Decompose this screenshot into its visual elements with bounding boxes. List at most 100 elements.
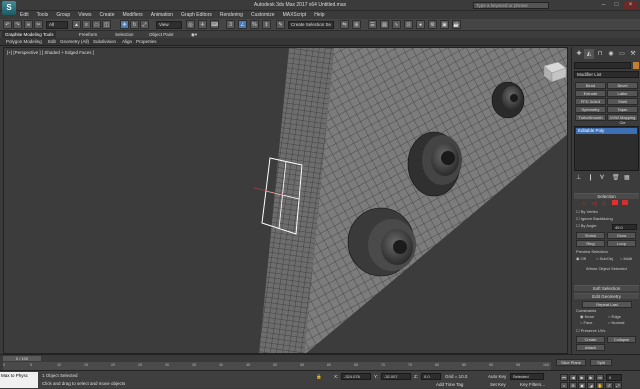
previous-frame-icon[interactable]: ◀ xyxy=(569,374,577,381)
schematic-view-icon[interactable]: ⊡ xyxy=(404,20,413,29)
knob-small[interactable] xyxy=(491,81,525,119)
window-crossing-icon[interactable]: ◫ xyxy=(102,20,111,29)
align-icon[interactable]: ⊞ xyxy=(352,20,361,29)
by-angle-value[interactable]: 45.0 xyxy=(612,224,637,230)
configure-sets-icon[interactable]: ▦ xyxy=(624,174,630,181)
y-coordinate-field[interactable]: -32.007 xyxy=(381,373,411,380)
menu-views[interactable]: Views xyxy=(74,11,95,19)
reference-coord-dropdown[interactable]: View xyxy=(156,21,182,29)
panel-properties[interactable]: Properties xyxy=(134,38,159,46)
rollout-soft-selection[interactable]: Soft Selection xyxy=(574,285,639,291)
modify-tab-icon[interactable]: ◭ xyxy=(584,49,594,59)
snaps-toggle-icon[interactable]: 3 xyxy=(226,20,235,29)
extrude-button[interactable]: Extrude xyxy=(575,90,606,97)
key-mode-dropdown[interactable]: Selected xyxy=(510,373,544,380)
menu-modifiers[interactable]: Modifiers xyxy=(118,11,146,19)
by-vertex-checkbox[interactable]: ☐ By Vertex xyxy=(576,209,598,215)
angle-snap-icon[interactable]: ∠ xyxy=(238,20,247,29)
grow-button[interactable]: Grow xyxy=(607,232,636,239)
make-unique-icon[interactable]: ∀ xyxy=(600,174,604,181)
display-tab-icon[interactable]: ▭ xyxy=(617,49,627,59)
close-icon[interactable]: × xyxy=(624,1,637,9)
ring-button[interactable]: Ring xyxy=(576,240,605,247)
loop-button[interactable]: Loop xyxy=(607,240,636,247)
preview-off-radio[interactable]: ◉ Off xyxy=(576,256,586,262)
collapse-button[interactable]: Collapse xyxy=(607,336,636,343)
add-time-tag-button[interactable]: Add Time Tag xyxy=(436,382,463,387)
menu-maxscript[interactable]: MAXScript xyxy=(279,11,311,19)
tab-object-paint[interactable]: Object Paint xyxy=(146,31,177,38)
named-selection-dropdown[interactable]: Create Selection Se xyxy=(288,21,334,29)
select-object-icon[interactable]: ▲ xyxy=(72,20,81,29)
maximize-icon[interactable]: □ xyxy=(610,1,623,9)
go-to-start-icon[interactable]: ⏮ xyxy=(560,374,568,381)
key-filters-button[interactable]: Key Filters... xyxy=(520,382,545,387)
tab-selection[interactable]: Selection xyxy=(112,31,137,38)
rect-selection-icon[interactable]: ▭ xyxy=(92,20,101,29)
pin-stack-icon[interactable]: ⊥ xyxy=(576,174,581,181)
panel-align[interactable]: Align xyxy=(120,38,134,46)
search-input[interactable]: Type a keyword or phrase xyxy=(473,2,549,9)
go-to-end-icon[interactable]: ⏭ xyxy=(596,374,604,381)
panel-edit[interactable]: Edit xyxy=(46,38,58,46)
tab-freeform[interactable]: Freeform xyxy=(76,31,100,38)
constraint-normal-radio[interactable]: ○ Normal xyxy=(608,320,624,326)
menu-tools[interactable]: Tools xyxy=(33,11,53,19)
hierarchy-tab-icon[interactable]: ⊓ xyxy=(595,49,605,59)
menu-animation[interactable]: Animation xyxy=(147,11,177,19)
auto-key-button[interactable]: Auto Key xyxy=(488,374,506,379)
select-scale-icon[interactable]: ⤢ xyxy=(140,20,149,29)
object-name-field[interactable] xyxy=(574,62,631,69)
select-by-name-icon[interactable]: ≡ xyxy=(82,20,91,29)
viewport-scene[interactable] xyxy=(4,48,568,354)
pivot-center-icon[interactable]: ◎ xyxy=(186,20,195,29)
undo-icon[interactable]: ↶ xyxy=(3,20,12,29)
current-frame-field[interactable]: 0 xyxy=(606,374,622,381)
motion-tab-icon[interactable]: ◉ xyxy=(606,49,616,59)
menu-edit[interactable]: Edit xyxy=(16,11,33,19)
lathe-button[interactable]: Lathe xyxy=(607,90,638,97)
panel-subdivision[interactable]: Subdivision xyxy=(91,38,118,46)
taper-button[interactable]: Taper xyxy=(607,106,638,113)
object-color-swatch[interactable] xyxy=(633,62,639,69)
modifier-list-dropdown[interactable]: Modifier List xyxy=(574,71,639,78)
set-key-button[interactable]: Set Key xyxy=(490,382,506,387)
uvw-mapping-button[interactable]: UVW Mapping Cle xyxy=(607,114,638,125)
curve-editor-icon[interactable]: ∿ xyxy=(392,20,401,29)
shell-button[interactable]: Shell xyxy=(607,98,638,105)
keyboard-shortcut-icon[interactable]: ⌨ xyxy=(210,20,219,29)
element-icon[interactable] xyxy=(622,200,628,205)
edit-named-sets-icon[interactable]: ✎ xyxy=(276,20,285,29)
repeat-last-button[interactable]: Repeat Last xyxy=(582,301,632,308)
create-tab-icon[interactable]: ✚ xyxy=(574,49,584,59)
constraint-face-radio[interactable]: ○ Face xyxy=(580,320,592,326)
border-icon[interactable]: ◇ xyxy=(602,200,607,207)
menu-customize[interactable]: Customize xyxy=(247,11,279,19)
bevel-button[interactable]: Bevel xyxy=(607,82,638,89)
stack-item-editable-poly[interactable]: Editable Poly xyxy=(576,128,637,134)
remove-modifier-icon[interactable]: 🗑 xyxy=(612,174,620,181)
material-editor-icon[interactable]: ● xyxy=(416,20,425,29)
select-rotate-icon[interactable]: ↻ xyxy=(130,20,139,29)
time-slider[interactable]: 0 / 100 xyxy=(3,356,41,361)
rendered-frame-icon[interactable]: ▣ xyxy=(440,20,449,29)
viewport-label[interactable]: [+] [Perspective ] [ Shaded + Edged Face… xyxy=(7,50,94,55)
tab-graphite-modeling[interactable]: Graphite Modeling Tools xyxy=(2,31,57,38)
layer-manager-icon[interactable]: ☰ xyxy=(368,20,377,29)
edge-icon[interactable]: ◁ xyxy=(592,200,597,207)
spinner-snap-icon[interactable]: ⇕ xyxy=(262,20,271,29)
preview-subobj-radio[interactable]: ○ SubObj xyxy=(596,256,613,262)
lock-selection-icon[interactable]: 🔒 xyxy=(316,374,322,380)
rollout-edit-geometry[interactable]: Edit Geometry xyxy=(574,293,639,299)
next-frame-icon[interactable]: ▶ xyxy=(587,374,595,381)
x-coordinate-field[interactable]: -324.076 xyxy=(341,373,371,380)
ribbon-options-icon[interactable]: ◉▾ xyxy=(188,31,200,38)
turbosmooth-button[interactable]: TurboSmooth xyxy=(575,114,606,121)
shrink-button[interactable]: Shrink xyxy=(576,232,605,239)
redo-icon[interactable]: ↷ xyxy=(13,20,22,29)
rollout-selection[interactable]: Selection xyxy=(574,193,639,199)
utilities-tab-icon[interactable]: ⚒ xyxy=(628,49,638,59)
z-coordinate-field[interactable]: 0.0 xyxy=(421,373,441,380)
mirror-icon[interactable]: ⇋ xyxy=(340,20,349,29)
maxscript-listener[interactable]: Max to Physc xyxy=(0,372,38,388)
